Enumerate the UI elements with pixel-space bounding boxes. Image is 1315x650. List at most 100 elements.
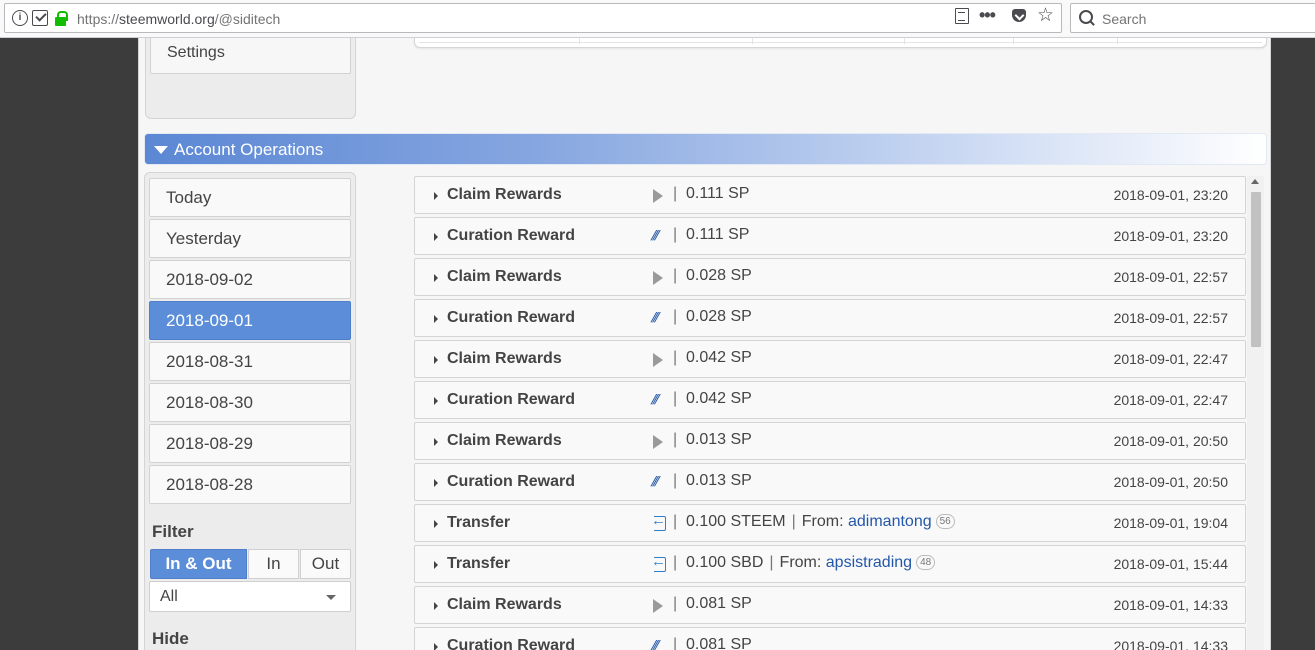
date-button[interactable]: 2018-09-02	[149, 260, 351, 299]
operation-row[interactable]: Claim Rewards | 0.042 SP 2018-09-01, 22:47	[414, 340, 1246, 378]
separator: |	[673, 226, 678, 243]
table-divider	[579, 38, 580, 44]
date-button[interactable]: 2018-09-01	[149, 301, 351, 340]
table-bottom-line	[419, 41, 1262, 43]
operation-details: 0.081 SP	[686, 636, 752, 650]
operation-type-select[interactable]: All	[149, 581, 351, 612]
operation-row[interactable]: Curation Reward ⧸⧸⧸ | 0.111 SP 2018-09-01, 2…	[414, 217, 1246, 255]
operation-name: Claim Rewards	[447, 186, 562, 203]
reputation-badge: 56	[935, 514, 955, 529]
separator: |	[673, 431, 678, 448]
operation-row[interactable]: Claim Rewards | 0.081 SP 2018-09-01, 14:33	[414, 586, 1246, 624]
operation-amount: 0.081 SP	[686, 595, 752, 612]
operation-amount: 0.111 SP	[686, 185, 750, 202]
operation-details: 0.013 SP	[686, 431, 752, 449]
operation-details: 0.042 SP	[686, 349, 752, 367]
search-icon	[1079, 10, 1095, 26]
hide-label: Hide	[152, 629, 189, 648]
separator: |	[673, 472, 678, 489]
from-user-link[interactable]: adimantong	[848, 513, 932, 530]
operation-details: 0.013 SP	[686, 472, 752, 490]
bookmark-star-icon[interactable]: ☆	[1037, 6, 1054, 25]
operation-details: 0.028 SP	[686, 308, 752, 326]
operation-row[interactable]: Claim Rewards | 0.013 SP 2018-09-01, 20:50	[414, 422, 1246, 460]
operation-row[interactable]: Curation Reward ⧸⧸⧸ | 0.042 SP 2018-09-01, 2…	[414, 381, 1246, 419]
operation-row[interactable]: Transfer | 0.100 SBD | From: apsistrading 48 2…	[414, 545, 1246, 583]
search-bar[interactable]: Search	[1070, 3, 1315, 33]
filter-in-button[interactable]: In	[248, 549, 299, 579]
expand-arrow-icon[interactable]	[434, 356, 438, 364]
date-button[interactable]: 2018-08-28	[149, 465, 351, 504]
account-operations-header[interactable]: Account Operations	[144, 133, 1267, 165]
reader-view-icon[interactable]	[955, 8, 969, 24]
from-label: From:	[801, 513, 844, 530]
expand-arrow-icon[interactable]	[434, 561, 438, 569]
table-divider	[1117, 38, 1118, 44]
operation-timestamp: 2018-09-01, 22:47	[1113, 351, 1228, 367]
operation-amount: 0.013 SP	[686, 472, 752, 489]
operation-row[interactable]: Curation Reward ⧸⧸⧸ | 0.081 SP 2018-09-01, 1…	[414, 627, 1246, 650]
operation-amount: 0.100 SBD	[686, 554, 764, 571]
expand-arrow-icon[interactable]	[434, 397, 438, 405]
operation-timestamp: 2018-09-01, 22:47	[1113, 392, 1228, 408]
url-bar[interactable]: i https://steemworld.org/@siditech ••• ☆	[4, 3, 1062, 33]
steem-icon: ⧸⧸⧸	[651, 394, 658, 406]
operation-amount: 0.028 SP	[686, 308, 752, 325]
operation-row[interactable]: Curation Reward ⧸⧸⧸ | 0.028 SP 2018-09-01, 2…	[414, 299, 1246, 337]
date-button[interactable]: 2018-08-30	[149, 383, 351, 422]
operation-details: 0.100 STEEM | From: adimantong 56	[686, 513, 955, 531]
sidebar-top-panel: Settings	[145, 38, 356, 119]
steem-icon: ⧸⧸⧸	[651, 640, 658, 650]
operation-amount: 0.028 SP	[686, 267, 752, 284]
page-actions-icon[interactable]: •••	[979, 6, 1001, 24]
operation-name: Claim Rewards	[447, 268, 562, 285]
expand-arrow-icon[interactable]	[434, 520, 438, 528]
date-button[interactable]: 2018-08-31	[149, 342, 351, 381]
operation-row[interactable]: Claim Rewards | 0.111 SP 2018-09-01, 23:20	[414, 176, 1246, 214]
operation-row[interactable]: Transfer | 0.100 STEEM | From: adimantong56 2…	[414, 504, 1246, 542]
operation-timestamp: 2018-09-01, 20:50	[1113, 433, 1228, 449]
date-button[interactable]: 2018-08-29	[149, 424, 351, 463]
filter-in-out-button[interactable]: In & Out	[150, 549, 247, 579]
play-icon	[651, 269, 665, 285]
date-button[interactable]: Today	[149, 178, 351, 217]
date-button[interactable]: Yesterday	[149, 219, 351, 258]
scroll-up-arrow-icon[interactable]	[1251, 179, 1259, 184]
filter-out-button[interactable]: Out	[300, 549, 351, 579]
separator: |	[673, 308, 678, 325]
date-sidebar: Today Yesterday 2018-09-02 2018-09-01 2018-0…	[144, 172, 356, 650]
operation-row[interactable]: Curation Reward ⧸⧸⧸ | 0.013 SP 2018-09-01, 2…	[414, 463, 1246, 501]
steem-icon: ⧸⧸⧸	[651, 476, 658, 488]
pocket-icon[interactable]	[1011, 8, 1027, 24]
from-label: From:	[779, 554, 822, 571]
transfer-icon	[651, 553, 666, 572]
scrollbar[interactable]	[1247, 176, 1264, 650]
expand-arrow-icon[interactable]	[434, 479, 438, 487]
expand-arrow-icon[interactable]	[434, 438, 438, 446]
info-icon[interactable]: i	[12, 10, 28, 26]
from-user-link[interactable]: apsistrading	[826, 554, 912, 571]
operation-name: Transfer	[447, 555, 511, 572]
tracking-protection-icon[interactable]	[32, 10, 48, 26]
page-content: Settings Account Operations Today Yesterd…	[138, 38, 1271, 650]
separator: |	[673, 185, 678, 202]
operation-details: 0.028 SP	[686, 267, 752, 285]
expand-arrow-icon[interactable]	[434, 274, 438, 282]
expand-arrow-icon[interactable]	[434, 192, 438, 200]
operation-details: 0.100 SBD | From: apsistrading 48	[686, 554, 936, 572]
scrollbar-thumb[interactable]	[1251, 192, 1261, 347]
separator: |	[791, 513, 796, 530]
expand-arrow-icon[interactable]	[434, 315, 438, 323]
operation-name: Curation Reward	[447, 391, 576, 408]
expand-arrow-icon[interactable]	[434, 643, 438, 650]
expand-arrow-icon[interactable]	[434, 233, 438, 241]
lock-icon[interactable]	[52, 10, 68, 26]
url-text[interactable]: https://steemworld.org/@siditech	[77, 11, 280, 27]
table-divider	[752, 38, 753, 44]
expand-arrow-icon[interactable]	[434, 602, 438, 610]
settings-button[interactable]: Settings	[150, 38, 351, 74]
operation-details: 0.111 SP	[686, 185, 749, 203]
operation-row[interactable]: Claim Rewards | 0.028 SP 2018-09-01, 22:57	[414, 258, 1246, 296]
url-host: steemworld.org	[119, 11, 215, 27]
separator: |	[673, 595, 678, 612]
